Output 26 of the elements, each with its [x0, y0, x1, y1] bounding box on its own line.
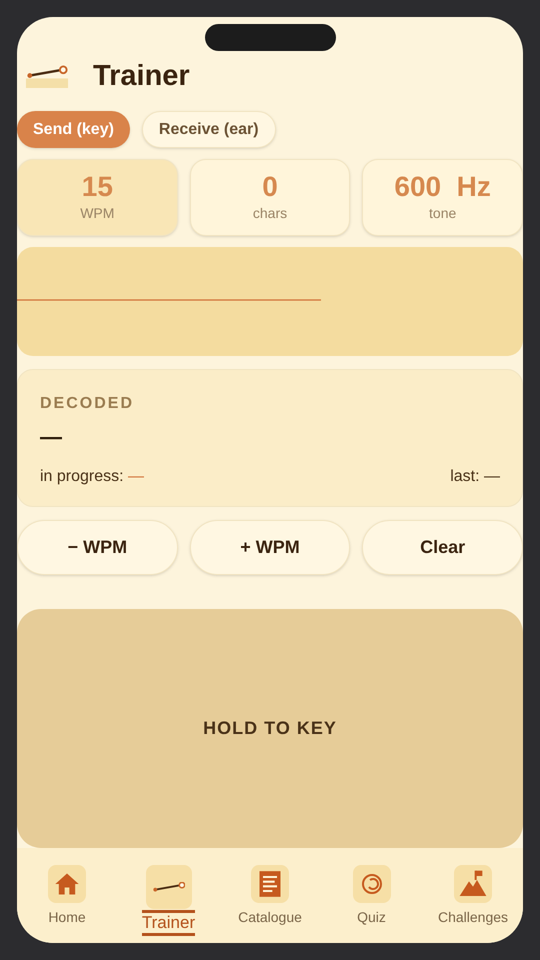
- nav-item[interactable]: Quiz: [324, 865, 420, 928]
- decoded-text: —: [40, 423, 63, 451]
- action-button[interactable]: + WPM: [190, 520, 350, 575]
- spiral-icon: [360, 872, 384, 896]
- decoded-heading: DECODED: [40, 394, 136, 414]
- key-pad[interactable]: HOLD TO KEY: [17, 609, 523, 848]
- stat-value: 600 Hz: [394, 171, 491, 203]
- stat-value: 0: [262, 171, 278, 203]
- last-text: last: —: [450, 467, 500, 487]
- action-button[interactable]: Clear: [362, 520, 523, 575]
- nav-item[interactable]: Trainer: [120, 865, 216, 936]
- in-progress-text: in progress: —: [40, 467, 144, 487]
- mode-tab[interactable]: Send (key): [17, 111, 130, 148]
- action-button[interactable]: − WPM: [17, 520, 178, 575]
- nav-item[interactable]: Challenges: [425, 865, 521, 928]
- stat-value: 15: [82, 171, 113, 203]
- stat-label: chars: [252, 204, 288, 223]
- nav-item[interactable]: Home: [19, 865, 115, 928]
- page-title: Trainer: [93, 59, 190, 94]
- telegraph-key-icon: [152, 882, 184, 892]
- stat-label: WPM: [80, 204, 114, 223]
- stat-label: tone: [429, 204, 456, 223]
- document-icon: [258, 870, 282, 898]
- nav-item[interactable]: Catalogue: [222, 865, 318, 928]
- mode-tab[interactable]: Receive (ear): [142, 111, 276, 148]
- telegraph-key-icon: [25, 65, 69, 89]
